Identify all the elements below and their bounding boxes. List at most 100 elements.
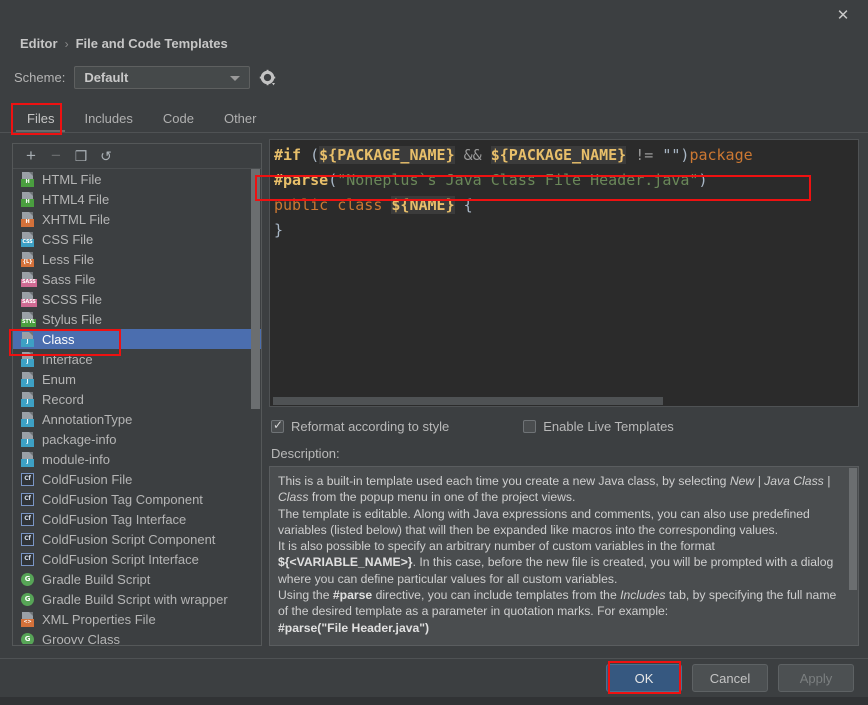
file-list-item-label: Groovy Class — [42, 631, 121, 645]
cancel-button[interactable]: Cancel — [692, 664, 768, 692]
file-list-item[interactable]: Jmodule-info — [13, 449, 261, 469]
file-type-badge: G — [21, 592, 34, 606]
file-list-item[interactable]: J Interface — [13, 349, 261, 369]
file-list-item-label: Less File — [42, 251, 95, 267]
file-list-scrollbar[interactable] — [251, 169, 260, 644]
file-list-item[interactable]: {L} Less File — [13, 249, 261, 269]
code-l1-open: ( — [301, 146, 320, 164]
file-list-item[interactable]: H XHTML File — [13, 209, 261, 229]
gear-icon[interactable] — [259, 69, 277, 87]
file-list-item[interactable]: G Groovy Class — [13, 629, 261, 644]
file-list-item[interactable]: SASS SCSS File — [13, 289, 261, 309]
chevron-down-icon — [230, 76, 241, 81]
file-list-item[interactable]: Cf ColdFusion Tag Component — [13, 489, 261, 509]
file-type-icon: Cf — [21, 472, 35, 487]
file-type-icon: J — [21, 371, 35, 387]
desc-p3-variable: ${<VARIABLE_NAME>} — [278, 555, 413, 570]
description-scrollbar-thumb[interactable] — [849, 468, 857, 590]
tab-other[interactable]: Other — [209, 104, 272, 133]
file-list-item[interactable]: J AnnotationType — [13, 409, 261, 429]
file-list-item[interactable]: CSS CSS File — [13, 229, 261, 249]
file-list-item[interactable]: STYL Stylus File — [13, 309, 261, 329]
template-code-text[interactable]: #if (${PACKAGE_NAME} && ${PACKAGE_NAME} … — [270, 140, 858, 243]
file-list-item[interactable]: Cf ColdFusion File — [13, 469, 261, 489]
file-list-item-label: Gradle Build Script with wrapper — [42, 591, 228, 607]
file-list-item-label: Gradle Build Script — [42, 571, 151, 587]
file-list-item[interactable]: Cf ColdFusion Tag Interface — [13, 509, 261, 529]
file-type-badge: H — [21, 218, 34, 227]
template-code-editor[interactable]: #if (${PACKAGE_NAME} && ${PACKAGE_NAME} … — [269, 139, 859, 407]
file-list-item-label: HTML File — [42, 171, 102, 187]
file-list-item[interactable]: J Enum — [13, 369, 261, 389]
checkbox-box[interactable] — [523, 420, 537, 433]
breadcrumb: Editor › File and Code Templates — [20, 36, 228, 51]
description-text: This is a built-in template used each ti… — [270, 467, 858, 636]
desc-p1-b: from the popup menu in one of the projec… — [308, 490, 576, 505]
file-type-icon: Cf — [21, 552, 35, 567]
desc-p4-a: Using the — [278, 588, 333, 603]
bottom-divider — [0, 658, 868, 659]
desc-p2: The template is editable. Along with Jav… — [278, 506, 810, 537]
checkbox-reformat-according-to-style[interactable]: Reformat according to style — [271, 418, 449, 434]
file-type-icon: J — [21, 451, 35, 467]
file-type-badge: H — [21, 178, 34, 187]
description-scrollbar[interactable] — [849, 468, 857, 645]
file-list-item[interactable]: <> XML Properties File — [13, 609, 261, 629]
desc-p1-a: This is a built-in template used each ti… — [278, 474, 730, 488]
file-type-badge: {L} — [21, 258, 34, 267]
copy-button[interactable]: ❒ — [70, 146, 92, 167]
checkbox-box[interactable] — [271, 418, 284, 433]
file-type-badge: J — [21, 358, 34, 367]
tab-code[interactable]: Code — [148, 104, 209, 133]
file-type-icon: <> — [21, 611, 35, 627]
file-list-item[interactable]: SASS Sass File — [13, 269, 261, 289]
close-icon[interactable]: ✕ — [826, 3, 860, 27]
ok-button[interactable]: OK — [606, 664, 682, 692]
templates-list-panel: + − ❒ ↺ H HTML File H HTML4 File H XHTML File CSS… — [12, 143, 262, 646]
reset-button[interactable]: ↺ — [95, 146, 117, 167]
file-list-scrollbar-thumb[interactable] — [251, 169, 260, 409]
desc-p3-a: It is also possible to specify an arbitr… — [278, 539, 715, 554]
file-list-item[interactable]: Cf ColdFusion Script Component — [13, 529, 261, 549]
tab-includes[interactable]: Includes — [69, 104, 147, 133]
code-package-var-2: ${PACKAGE_NAME} — [490, 146, 627, 164]
editor-horizontal-scrollbar[interactable] — [270, 395, 858, 406]
file-list-item[interactable]: G Gradle Build Script with wrapper — [13, 589, 261, 609]
templates-file-list[interactable]: H HTML File H HTML4 File H XHTML File CSS CSS F… — [13, 169, 261, 644]
code-empty-string: "" — [662, 146, 681, 164]
file-list-item[interactable]: H HTML File — [13, 169, 261, 189]
breadcrumb-current: File and Code Templates — [75, 36, 228, 51]
file-list-item-label: Class — [42, 331, 75, 347]
add-button[interactable]: + — [20, 146, 42, 167]
code-and-operator: && — [454, 146, 491, 164]
file-type-icon: G — [21, 632, 35, 644]
file-list-item[interactable]: J Record — [13, 389, 261, 409]
code-class-keyword: class — [328, 196, 392, 214]
file-type-icon: STYL — [21, 311, 37, 327]
file-list-item[interactable]: Cf ColdFusion Script Interface — [13, 549, 261, 569]
editor-horizontal-scrollbar-thumb[interactable] — [273, 397, 663, 405]
file-list-item-label: XML Properties File — [42, 611, 156, 627]
checkbox-enable-live-templates[interactable]: Enable Live Templates — [523, 419, 674, 434]
file-list-item-selected[interactable]: J Class — [13, 329, 261, 349]
file-type-icon: H — [21, 171, 35, 187]
file-type-icon: G — [21, 592, 35, 607]
file-type-badge: H — [21, 198, 34, 207]
code-open-brace: { — [454, 196, 473, 214]
desc-p4-c: directive, you can include templates fro… — [372, 588, 621, 603]
scheme-row: Scheme: Default — [14, 66, 277, 89]
file-list-item-label: Interface — [42, 351, 93, 367]
breadcrumb-parent[interactable]: Editor — [20, 36, 58, 51]
file-type-badge: J — [21, 378, 34, 387]
file-list-item-label: ColdFusion Script Interface — [42, 551, 199, 567]
file-type-icon: J — [21, 351, 35, 367]
tab-files[interactable]: Files — [12, 104, 69, 133]
scheme-select[interactable]: Default — [74, 66, 251, 89]
file-list-item[interactable]: G Gradle Build Script — [13, 569, 261, 589]
file-list-item-label: CSS File — [42, 231, 94, 247]
code-package-keyword: package — [689, 146, 753, 164]
file-list-item[interactable]: H HTML4 File — [13, 189, 261, 209]
file-type-icon: J — [21, 411, 35, 427]
file-list-item[interactable]: Jpackage-info — [13, 429, 261, 449]
file-type-icon: J — [21, 391, 35, 407]
